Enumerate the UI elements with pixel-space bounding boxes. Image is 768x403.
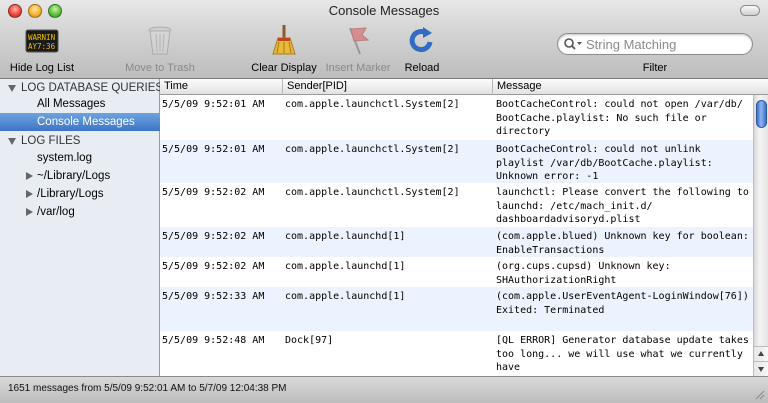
- svg-text:WARNIN: WARNIN: [28, 33, 55, 42]
- insert-marker-button[interactable]: Insert Marker: [326, 24, 390, 76]
- table-row[interactable]: 5/5/09 9:52:33 AM com.apple.launchd[1] (…: [160, 287, 753, 331]
- table-row[interactable]: 5/5/09 9:52:01 AM com.apple.launchctl.Sy…: [160, 140, 753, 183]
- sender-cell: com.apple.launchd[1]: [285, 231, 406, 242]
- column-header-time[interactable]: Time: [160, 79, 283, 95]
- var-log-label: /var/log: [37, 206, 75, 218]
- disclosure-right-icon[interactable]: [26, 208, 33, 216]
- reload-icon: [409, 27, 433, 53]
- message-cell: (org.cups.cupsd) Unknown key: SHAuthoriz…: [496, 261, 671, 286]
- time-cell: 5/5/09 9:52:01 AM: [162, 144, 265, 155]
- scroll-down-arrow[interactable]: [754, 361, 768, 376]
- time-cell: 5/5/09 9:52:01 AM: [162, 99, 265, 110]
- hide-log-list-button[interactable]: WARNIN AY7:36 Hide Log List: [10, 24, 74, 76]
- messages-table: Time Sender[PID] Message 5/5/09 9:52:01 …: [160, 79, 768, 376]
- clear-display-button[interactable]: Clear Display: [251, 24, 317, 76]
- sender-cell: com.apple.launchctl.System[2]: [285, 144, 460, 155]
- svg-text:AY7:36: AY7:36: [28, 42, 56, 51]
- search-icon: [564, 38, 582, 50]
- scroll-thumb[interactable]: [756, 100, 767, 128]
- broom-icon: [272, 25, 296, 55]
- sender-cell: com.apple.launchctl.System[2]: [285, 99, 460, 110]
- resize-grip-icon[interactable]: [754, 389, 765, 400]
- time-cell: 5/5/09 9:52:02 AM: [162, 261, 265, 272]
- search-field[interactable]: [557, 33, 753, 55]
- time-cell: 5/5/09 9:52:33 AM: [162, 291, 265, 302]
- table-row[interactable]: 5/5/09 9:52:48 AM Dock[97] [QL ERROR] Ge…: [160, 331, 753, 376]
- sidebar-item-console-messages[interactable]: Console Messages: [0, 113, 160, 131]
- sender-cell: com.apple.launchctl.System[2]: [285, 187, 460, 198]
- table-row[interactable]: 5/5/09 9:52:02 AM com.apple.launchd[1] (…: [160, 227, 753, 257]
- sender-cell: com.apple.launchd[1]: [285, 261, 406, 272]
- disclosure-right-icon[interactable]: [26, 172, 33, 180]
- log-files-group[interactable]: LOG FILES: [0, 132, 160, 150]
- message-cell: [QL ERROR] Generator database update tak…: [496, 335, 749, 373]
- sidebar-item-user-library-logs[interactable]: ~/Library/Logs: [0, 167, 160, 185]
- flag-icon: [349, 27, 370, 55]
- disclosure-down-icon[interactable]: [8, 138, 16, 145]
- message-cell: BootCacheControl: could not unlink playl…: [496, 144, 713, 182]
- console-window: Console Messages WARNIN AY7:36 Hide Log …: [0, 0, 768, 403]
- console-messages-label: Console Messages: [37, 116, 135, 128]
- search-input[interactable]: [586, 36, 746, 52]
- message-cell: (com.apple.blued) Unknown key for boolea…: [496, 231, 749, 256]
- system-log-label: system.log: [37, 152, 92, 164]
- filter-label: Filter: [642, 62, 668, 74]
- message-cell: (com.apple.UserEventAgent-LoginWindow[76…: [496, 291, 749, 316]
- sidebar-item-library-logs[interactable]: /Library/Logs: [0, 185, 160, 203]
- table-row[interactable]: 5/5/09 9:52:02 AM com.apple.launchd[1] (…: [160, 257, 753, 287]
- user-library-logs-label: ~/Library/Logs: [37, 170, 111, 182]
- time-cell: 5/5/09 9:52:02 AM: [162, 187, 265, 198]
- sender-cell: com.apple.launchd[1]: [285, 291, 406, 302]
- disclosure-right-icon[interactable]: [26, 190, 33, 198]
- table-header: Time Sender[PID] Message: [160, 79, 768, 95]
- status-bar: 1651 messages from 5/5/09 9:52:01 AM to …: [0, 376, 768, 403]
- table-row[interactable]: 5/5/09 9:52:01 AM com.apple.launchctl.Sy…: [160, 95, 753, 140]
- hide-log-list-label: Hide Log List: [9, 62, 75, 74]
- move-to-trash-label: Move to Trash: [125, 62, 195, 74]
- log-files-label: LOG FILES: [21, 135, 81, 147]
- message-cell: BootCacheControl: could not open /var/db…: [496, 99, 743, 137]
- move-to-trash-button[interactable]: Move to Trash: [125, 24, 195, 76]
- sender-cell: Dock[97]: [285, 335, 334, 346]
- column-header-message[interactable]: Message: [493, 79, 753, 95]
- sidebar-item-var-log[interactable]: /var/log: [0, 203, 160, 221]
- scroll-up-arrow[interactable]: [754, 346, 768, 361]
- column-header-sender[interactable]: Sender[PID]: [283, 79, 493, 95]
- reload-button[interactable]: Reload: [404, 24, 440, 76]
- library-logs-label: /Library/Logs: [37, 188, 104, 200]
- sidebar-item-system-log[interactable]: system.log: [0, 149, 160, 167]
- unified-toolbar: Console Messages WARNIN AY7:36 Hide Log …: [0, 0, 768, 79]
- time-cell: 5/5/09 9:52:48 AM: [162, 335, 265, 346]
- disclosure-down-icon[interactable]: [8, 85, 16, 92]
- trash-icon: [148, 26, 172, 55]
- log-sidebar: LOG DATABASE QUERIES All Messages Consol…: [0, 79, 163, 376]
- message-cell: launchctl: Please convert the following …: [496, 187, 749, 225]
- vertical-scrollbar[interactable]: [753, 95, 768, 376]
- log-list-icon: WARNIN AY7:36: [25, 29, 59, 53]
- table-row[interactable]: 5/5/09 9:52:02 AM com.apple.launchctl.Sy…: [160, 183, 753, 227]
- message-count-status: 1651 messages from 5/5/09 9:52:01 AM to …: [8, 383, 287, 394]
- window-title: Console Messages: [328, 3, 440, 18]
- clear-display-label: Clear Display: [251, 62, 317, 74]
- time-cell: 5/5/09 9:52:02 AM: [162, 231, 265, 242]
- reload-label: Reload: [404, 62, 440, 74]
- sidebar-item-all-messages[interactable]: All Messages: [0, 95, 160, 113]
- all-messages-label: All Messages: [37, 98, 106, 110]
